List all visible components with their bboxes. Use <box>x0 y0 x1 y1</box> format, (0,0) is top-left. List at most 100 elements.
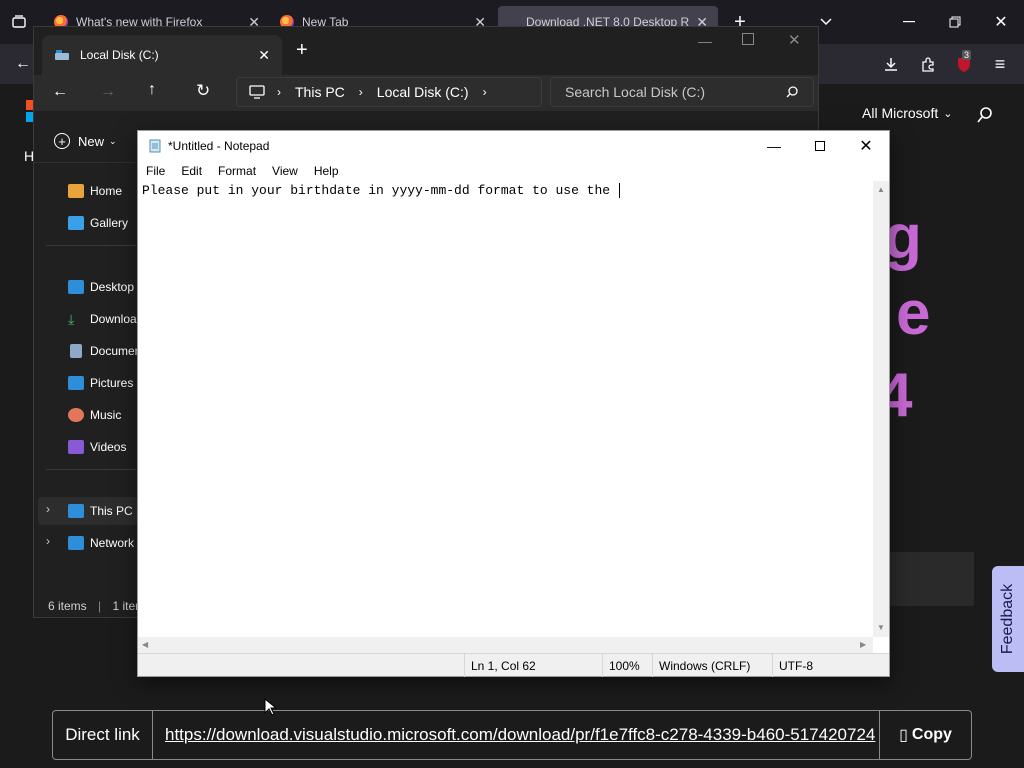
close-tab-icon[interactable]: ✕ <box>258 47 270 64</box>
notepad-icon <box>148 139 162 153</box>
videos-icon <box>68 440 84 454</box>
minimize-icon[interactable]: — <box>698 33 712 49</box>
sidebar-item-this-pc[interactable]: This PC <box>68 497 133 525</box>
desktop-icon <box>68 280 84 294</box>
expand-chevron-icon[interactable]: › <box>46 502 50 516</box>
menu-format[interactable]: Format <box>210 164 264 178</box>
restore-icon[interactable] <box>940 7 970 37</box>
sidebar-item-label: Desktop <box>90 280 135 294</box>
new-tab-icon[interactable]: + <box>296 39 308 62</box>
menu-edit[interactable]: Edit <box>173 164 210 178</box>
sidebar-item-label: This PC <box>90 504 133 518</box>
close-window-icon[interactable]: ✕ <box>986 7 1016 37</box>
maximize-icon[interactable] <box>797 141 843 151</box>
notepad-title: *Untitled - Notepad <box>168 139 270 153</box>
encoding: UTF-8 <box>772 654 889 677</box>
notepad-window: *Untitled - Notepad — ✕ File Edit Format… <box>137 130 890 677</box>
new-label: New <box>78 133 105 149</box>
pictures-icon <box>68 376 84 390</box>
notepad-text-area[interactable]: Please put in your birthdate in yyyy-mm-… <box>142 183 877 635</box>
sidebar-item-label: Home <box>90 184 123 198</box>
maximize-icon[interactable] <box>742 33 754 45</box>
sidebar-item-label: Pictures <box>90 376 134 390</box>
close-icon[interactable]: ✕ <box>843 136 889 156</box>
scroll-down-icon[interactable]: ▼ <box>877 623 885 632</box>
copy-icon: ▯ <box>899 727 908 744</box>
menu-help[interactable]: Help <box>306 164 347 178</box>
copy-button[interactable]: ▯ Copy <box>879 711 971 759</box>
sidebar-item-label: Videos <box>90 440 127 454</box>
mouse-pointer-icon <box>264 698 276 716</box>
explorer-tab-title: Local Disk (C:) <box>80 48 159 62</box>
plus-icon: + <box>54 133 70 149</box>
extension-badge: 3 <box>962 50 972 60</box>
chevron-right-icon[interactable]: › <box>483 85 487 99</box>
copy-label: Copy <box>911 726 952 743</box>
menu-icon[interactable]: ≡ <box>985 49 1015 79</box>
this-pc-icon <box>68 504 84 518</box>
menu-view[interactable]: View <box>264 164 306 178</box>
sidebar-item-desktop[interactable]: Desktop <box>68 273 134 301</box>
document-icon <box>70 344 82 358</box>
sidebar-item-videos[interactable]: Videos <box>68 433 126 461</box>
gallery-icon <box>68 216 84 230</box>
breadcrumb-item[interactable]: Local Disk (C:) <box>377 84 469 100</box>
sidebar-item-pictures[interactable]: Pictures <box>68 369 133 397</box>
horizontal-scrollbar[interactable]: ◀ ▶ <box>138 637 873 653</box>
minimize-icon[interactable]: — <box>751 138 797 154</box>
chevron-down-icon: ⌄ <box>943 107 953 120</box>
search-icon[interactable] <box>976 106 994 124</box>
minimize-icon[interactable] <box>894 7 924 37</box>
explorer-tab[interactable]: Local Disk (C:) ✕ <box>42 35 282 75</box>
sidebar-divider <box>46 245 136 246</box>
text-cursor <box>618 183 628 198</box>
music-icon <box>68 408 84 422</box>
scroll-left-icon[interactable]: ◀ <box>142 640 148 649</box>
direct-link-url[interactable]: https://download.visualstudio.microsoft.… <box>153 711 879 759</box>
breadcrumb-item[interactable]: This PC <box>295 84 345 100</box>
sidebar-item-label: Network <box>90 536 135 550</box>
status-divider: | <box>98 599 102 613</box>
search-input[interactable]: Search Local Disk (C:) <box>550 77 814 107</box>
notepad-title-bar[interactable]: *Untitled - Notepad — ✕ <box>138 131 889 161</box>
sidebar-item-documents[interactable]: Documen <box>68 337 141 365</box>
all-microsoft-label: All Microsoft <box>862 105 939 121</box>
sidebar-item-network[interactable]: Network <box>68 529 134 557</box>
tab-overview-icon[interactable] <box>4 7 34 37</box>
ublock-icon[interactable]: 3 <box>954 50 974 74</box>
sidebar-item-label: Documen <box>90 344 142 358</box>
download-icon: ⤓ <box>68 311 75 327</box>
feedback-label: Feedback <box>999 583 1017 655</box>
direct-link-bar: Direct link https://download.visualstudi… <box>52 710 972 760</box>
extensions-icon[interactable] <box>913 49 943 79</box>
downloads-icon[interactable] <box>876 49 906 79</box>
all-microsoft-menu[interactable]: All Microsoft ⌄ <box>862 105 952 121</box>
sidebar-item-downloads[interactable]: ⤓ Downloa <box>68 305 137 333</box>
sidebar-item-home[interactable]: Home <box>68 177 122 205</box>
new-button[interactable]: + New ⌄ <box>54 133 117 149</box>
expand-chevron-icon[interactable]: › <box>46 534 50 548</box>
address-bar[interactable]: › This PC › Local Disk (C:) › <box>236 77 542 107</box>
vertical-scrollbar[interactable]: ▲ ▼ <box>873 181 889 637</box>
content-card <box>890 552 974 606</box>
scroll-up-icon[interactable]: ▲ <box>877 185 885 194</box>
network-icon <box>68 536 84 550</box>
search-placeholder: Search Local Disk (C:) <box>565 84 706 100</box>
forward-icon[interactable]: → <box>100 83 116 101</box>
notepad-status-bar: Ln 1, Col 62 100% Windows (CRLF) UTF-8 <box>138 653 889 677</box>
notepad-content: Please put in your birthdate in yyyy-mm-… <box>142 183 618 198</box>
heading-fragment: e <box>896 279 931 348</box>
explorer-status-bar: 6 items | 1 item <box>48 599 145 613</box>
close-window-icon[interactable]: ✕ <box>788 31 801 49</box>
monitor-icon <box>249 85 265 99</box>
refresh-icon[interactable]: ↻ <box>196 81 210 101</box>
scroll-right-icon[interactable]: ▶ <box>860 640 866 649</box>
back-icon[interactable]: ← <box>52 83 68 101</box>
menu-file[interactable]: File <box>138 164 173 178</box>
sidebar-item-music[interactable]: Music <box>68 401 121 429</box>
sidebar-item-gallery[interactable]: Gallery <box>68 209 128 237</box>
sidebar-item-label: Music <box>90 408 122 422</box>
sidebar-item-label: Gallery <box>90 216 129 230</box>
up-icon[interactable]: ↑ <box>148 81 156 99</box>
feedback-button[interactable]: Feedback <box>992 566 1024 672</box>
